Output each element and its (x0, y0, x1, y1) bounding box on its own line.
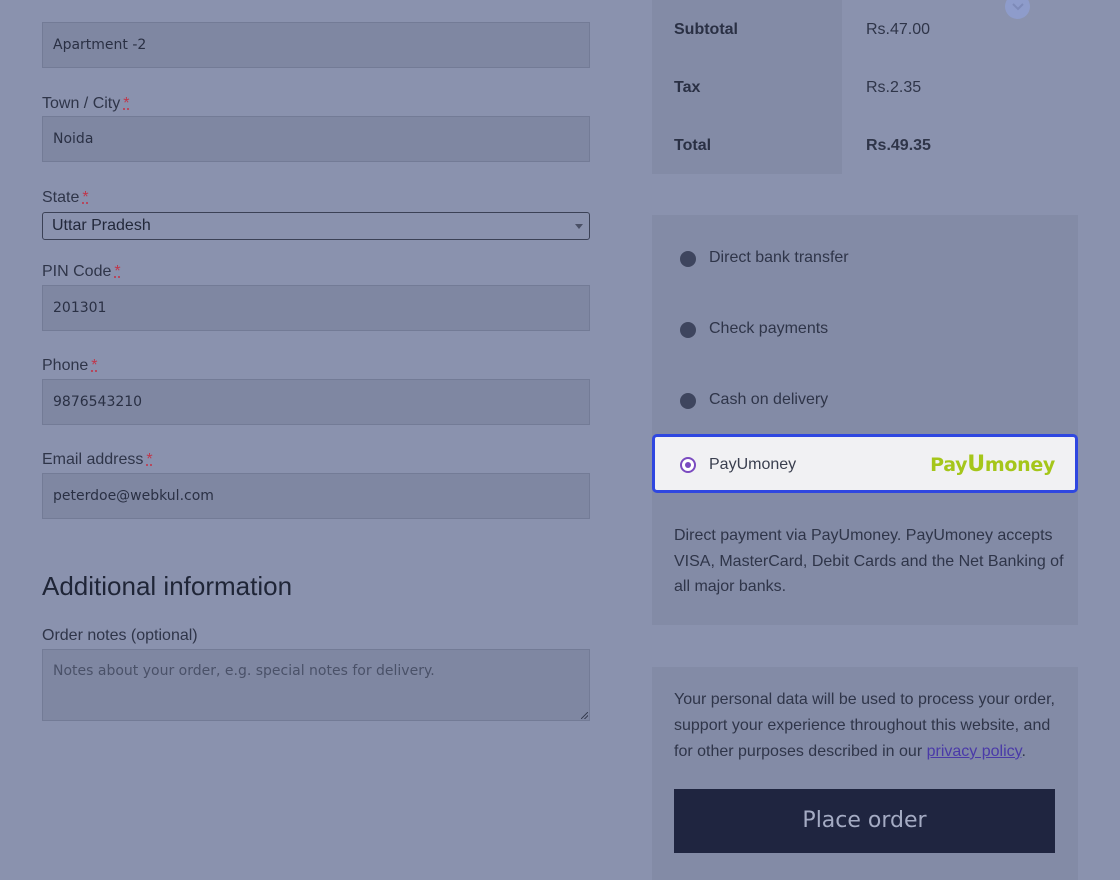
additional-info-heading: Additional information (42, 571, 293, 601)
town-input[interactable]: Noida (42, 116, 590, 162)
chevron-down-icon (575, 224, 583, 229)
radio-button[interactable] (680, 251, 696, 267)
order-notes-placeholder: Notes about your order, e.g. special not… (53, 663, 435, 679)
payment-method-label: Cash on delivery (709, 391, 829, 408)
state-select-value: Uttar Pradesh (52, 217, 151, 234)
subtotal-value: Rs.47.00 (866, 21, 931, 38)
payment-method-payumoney[interactable]: PayUmoney PayUmoney (652, 434, 1078, 493)
total-label: Total (674, 137, 712, 154)
payment-method-label: PayUmoney (709, 456, 797, 473)
radio-button[interactable] (680, 393, 696, 409)
order-totals-table: Subtotal Rs.47.00 Tax Rs.2.35 Total Rs.4… (652, 0, 1078, 174)
tax-label: Tax (674, 79, 701, 96)
pin-input[interactable]: 201301 (42, 285, 590, 331)
order-notes-textarea[interactable]: Notes about your order, e.g. special not… (42, 649, 590, 721)
payment-method-label: Direct bank transfer (709, 249, 849, 266)
email-input[interactable]: peterdoe@webkul.com (42, 473, 590, 519)
town-label: Town / City * (42, 95, 130, 112)
payment-method-bacs[interactable]: Direct bank transfer (652, 233, 1078, 283)
payment-methods: Direct bank transfer Check payments Cash… (652, 215, 1078, 625)
resize-handle-icon[interactable] (581, 712, 588, 719)
radio-button[interactable] (680, 322, 696, 338)
phone-input[interactable]: 9876543210 (42, 379, 590, 425)
payment-method-cod[interactable]: Cash on delivery (652, 375, 1078, 425)
payment-method-label: Check payments (709, 320, 829, 337)
total-value: Rs.49.35 (866, 137, 931, 154)
payment-method-cheque[interactable]: Check payments (652, 304, 1078, 354)
state-label: State * (42, 189, 89, 206)
tax-value: Rs.2.35 (866, 79, 922, 96)
subtotal-label: Subtotal (674, 21, 738, 38)
payment-method-description: Direct payment via PayUmoney. PayUmoney … (674, 527, 1064, 595)
payumoney-logo: PayUmoney (930, 452, 1055, 477)
privacy-notice: Your personal data will be used to proce… (674, 691, 1055, 760)
email-label: Email address * (42, 451, 153, 468)
pin-label: PIN Code * (42, 263, 121, 280)
radio-button-selected[interactable] (680, 457, 696, 473)
place-order-button[interactable]: Place order (674, 789, 1055, 853)
state-select[interactable]: Uttar Pradesh (42, 212, 590, 240)
chevron-down-icon (1011, 2, 1024, 10)
order-notes-label: Order notes (optional) (42, 627, 198, 644)
phone-label: Phone * (42, 357, 98, 374)
privacy-policy-link[interactable]: privacy policy (927, 743, 1022, 760)
apartment-input[interactable]: Apartment -2 (42, 22, 590, 68)
privacy-section: Your personal data will be used to proce… (652, 667, 1078, 880)
